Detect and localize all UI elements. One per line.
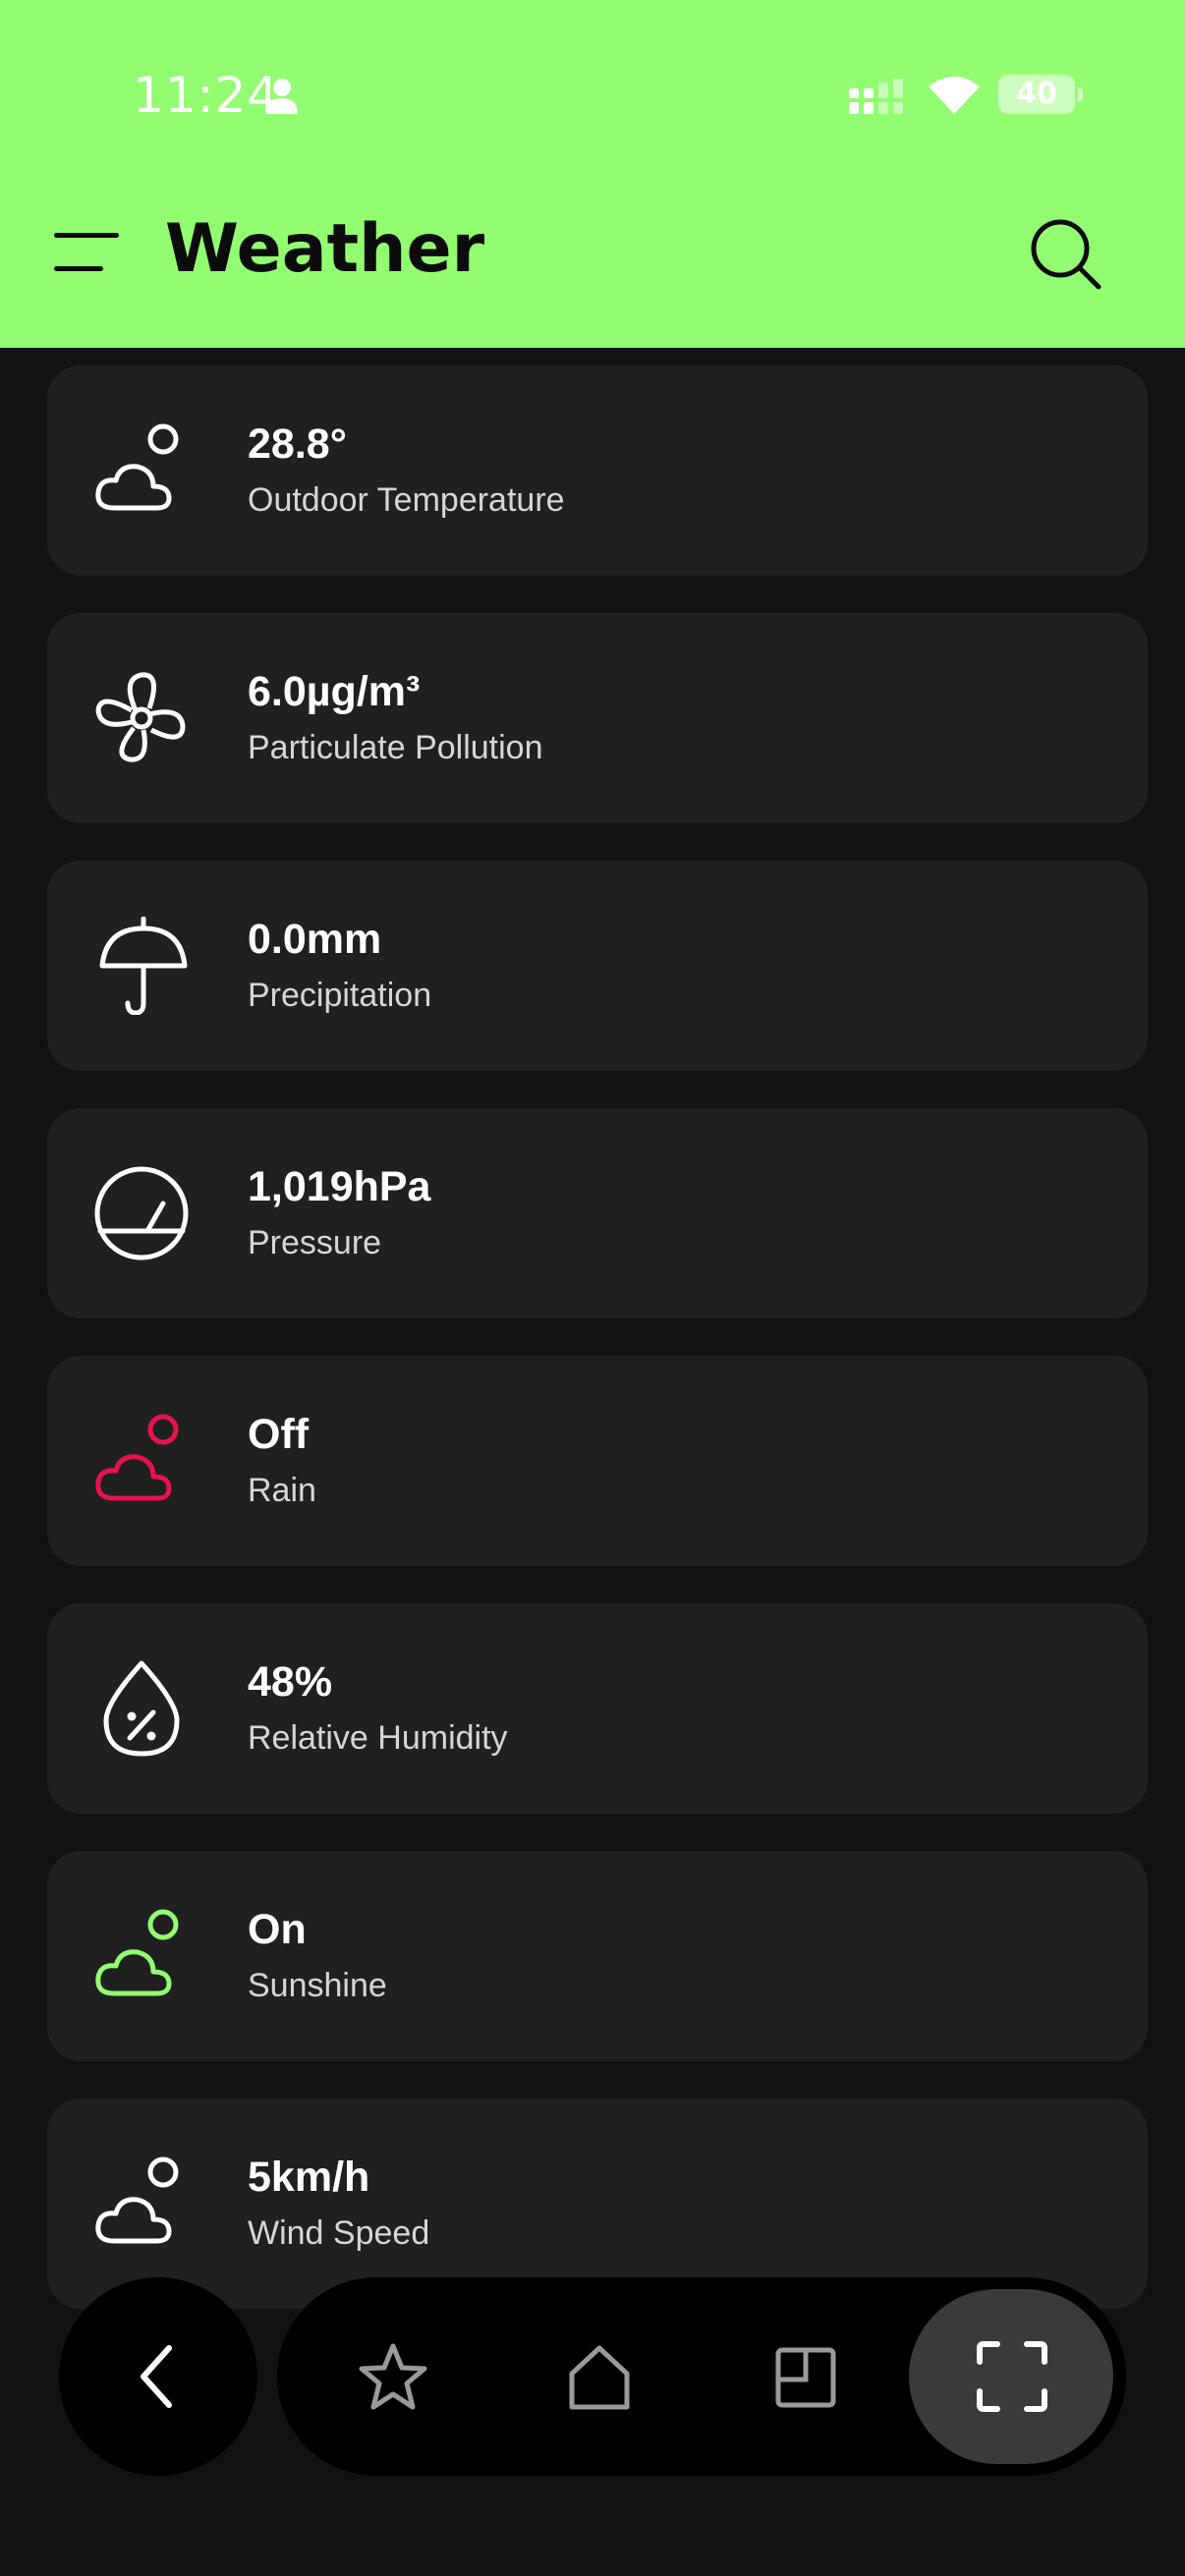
home-icon[interactable] (560, 2338, 639, 2417)
search-icon[interactable] (1030, 218, 1102, 291)
scan-icon (977, 2341, 1047, 2412)
window-icon[interactable] (766, 2338, 845, 2417)
sensor-value: 28.8° (248, 420, 347, 468)
status-time: 11:24 (133, 67, 280, 124)
sensor-card-precipitation[interactable]: 0.0mm Precipitation (47, 861, 1148, 1071)
sensor-value: On (248, 1906, 307, 1953)
cloud-sun-icon (95, 1909, 179, 1996)
sensor-label: Pressure (248, 1224, 382, 1261)
sensor-card-particulate-pollution[interactable]: 6.0µg/m³ Particulate Pollution (47, 613, 1148, 823)
battery-icon: 40 (998, 75, 1075, 114)
sensor-card-relative-humidity[interactable]: 48% Relative Humidity (47, 1603, 1148, 1814)
sensor-label: Sunshine (248, 1967, 387, 2004)
cloud-sun-icon (95, 2156, 179, 2244)
sensor-card-rain[interactable]: Off Rain (47, 1356, 1148, 1566)
sensor-label: Particulate Pollution (248, 729, 543, 766)
cloud-sun-icon (95, 1414, 179, 1501)
sensor-value: 5km/h (248, 2154, 370, 2201)
app-header: 11:24 40 Weather (0, 0, 1185, 348)
sensor-value: 1,019hPa (248, 1163, 431, 1210)
sensor-value: 48% (248, 1658, 333, 1706)
umbrella-icon (99, 917, 188, 1015)
humidity-drop-icon (103, 1660, 180, 1757)
sensor-card-pressure[interactable]: 1,019hPa Pressure (47, 1108, 1148, 1318)
sensor-label: Wind Speed (248, 2214, 430, 2252)
sensor-label: Relative Humidity (248, 1719, 508, 1757)
back-button[interactable] (59, 2277, 257, 2476)
person-icon (266, 79, 298, 114)
sensor-value: Off (248, 1411, 310, 1458)
scan-button[interactable] (909, 2289, 1113, 2464)
page-title: Weather (165, 210, 485, 288)
sensor-label: Precipitation (248, 977, 432, 1014)
sensor-card-sunshine[interactable]: On Sunshine (47, 1851, 1148, 2061)
sensor-label: Rain (248, 1472, 316, 1509)
gauge-icon (94, 1166, 189, 1260)
sensor-value: 0.0mm (248, 916, 382, 963)
fan-icon (95, 672, 186, 762)
cloud-sun-icon (95, 423, 179, 511)
menu-button[interactable] (54, 231, 119, 272)
battery-tip (1078, 87, 1083, 101)
sensor-value: 6.0µg/m³ (248, 668, 421, 715)
star-icon[interactable] (354, 2338, 432, 2417)
sensor-label: Outdoor Temperature (248, 481, 565, 519)
sensor-card-outdoor-temperature[interactable]: 28.8° Outdoor Temperature (47, 365, 1148, 576)
wifi-icon (929, 77, 980, 114)
signal-icon (849, 79, 903, 114)
back-icon (141, 2345, 172, 2408)
